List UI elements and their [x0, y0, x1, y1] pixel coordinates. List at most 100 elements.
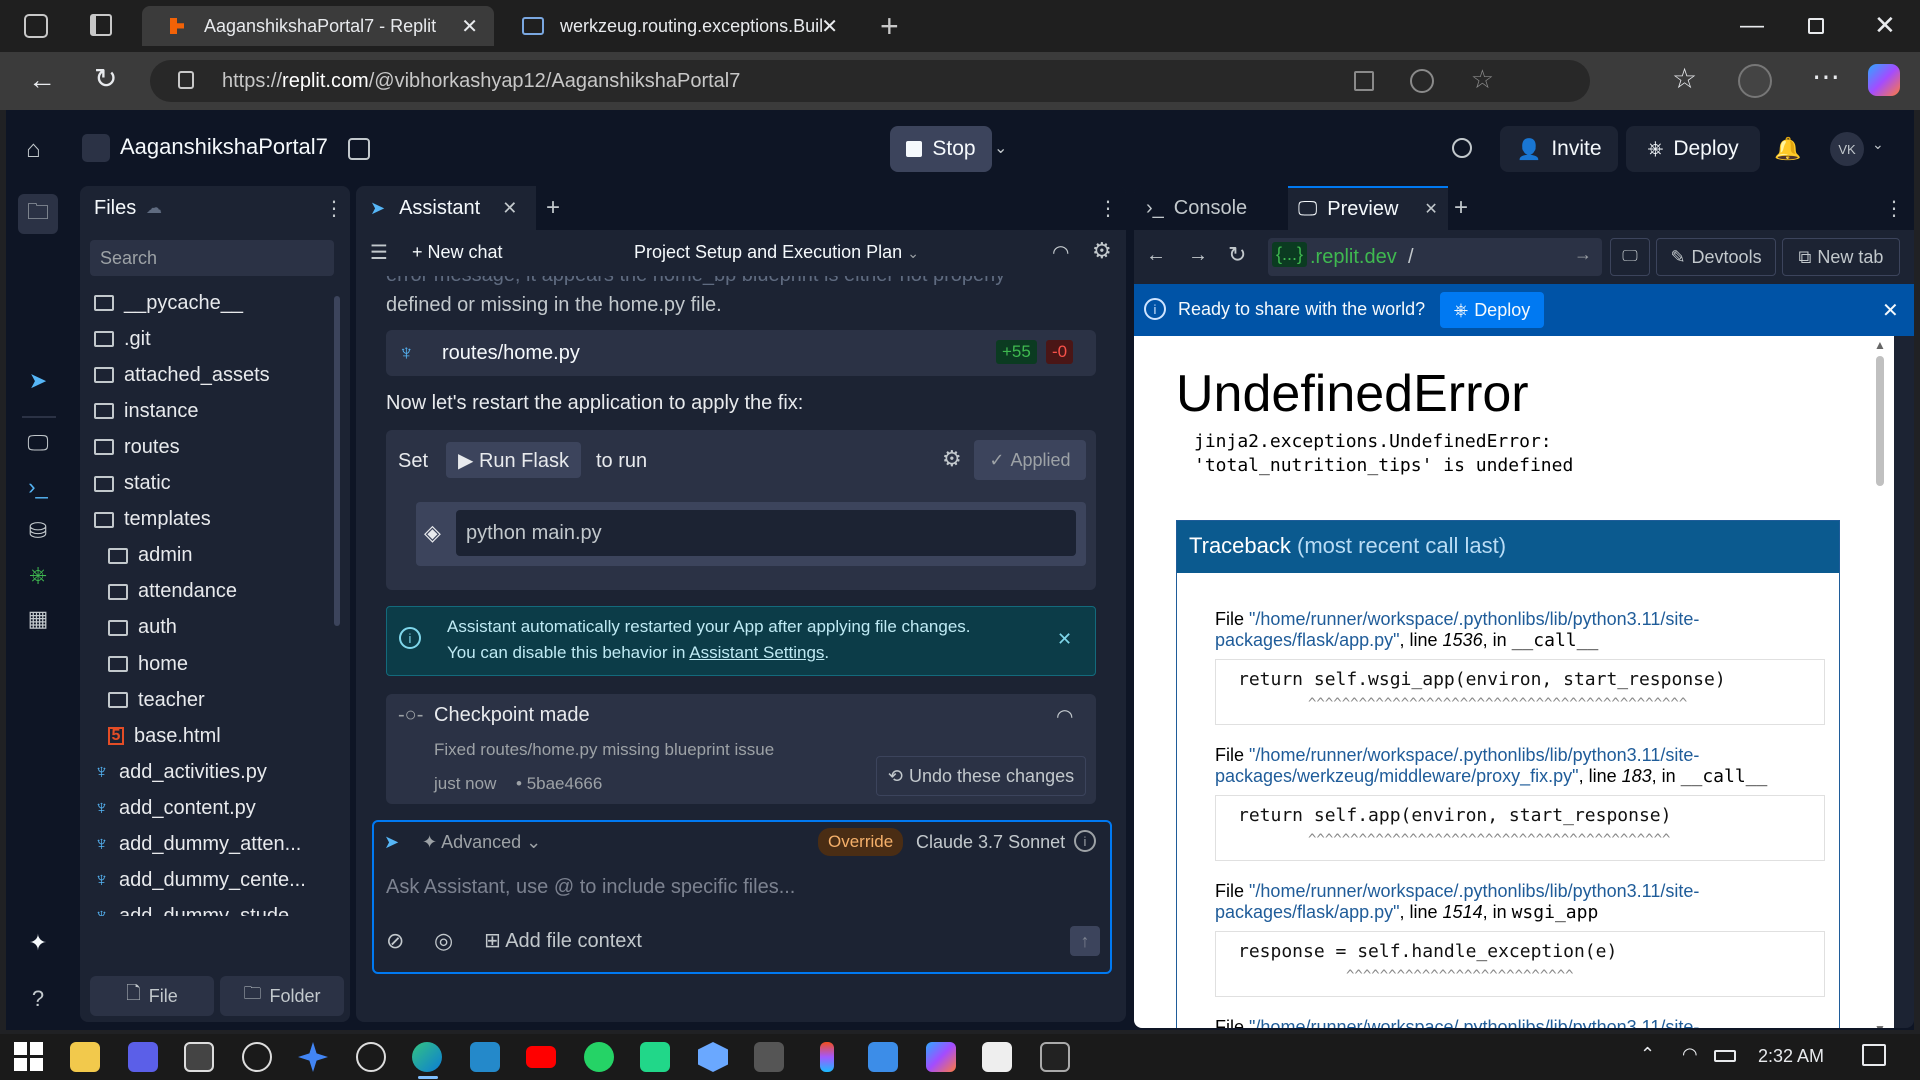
file-tree-item[interactable]: attendance — [108, 575, 237, 609]
file-tree-item[interactable]: attached_assets — [94, 358, 270, 392]
project-name[interactable]: AaganshikshaPortal7 — [120, 134, 328, 160]
battery-icon[interactable] — [1714, 1050, 1736, 1062]
chat-title-dropdown[interactable]: Project Setup and Execution Plan ⌄ — [634, 242, 919, 263]
file-tree-item[interactable]: ♆ add_dummy_stude... — [94, 900, 306, 916]
close-banner-icon[interactable]: ✕ — [1882, 298, 1899, 323]
browser-tab-replit[interactable]: AaganshikshaPortal7 - Replit ✕ — [142, 6, 494, 46]
windows-start-icon[interactable] — [14, 1042, 44, 1072]
file-tree-item[interactable]: ♆ add_content.py — [94, 791, 256, 825]
scroll-down-icon[interactable]: ▼ — [1874, 1022, 1886, 1028]
avatar-chevron-icon[interactable]: ⌄ — [1872, 136, 1884, 153]
chat-history-icon[interactable]: ☰ — [370, 240, 388, 265]
file-tree-item[interactable]: ♆ add_activities.py — [94, 755, 267, 789]
workspaces-icon[interactable] — [24, 14, 48, 38]
app-icon[interactable] — [356, 1042, 386, 1072]
figma-icon[interactable] — [820, 1042, 834, 1072]
invite-button[interactable]: 👤 Invite — [1500, 126, 1618, 172]
new-tab-icon[interactable]: + — [880, 8, 899, 45]
file-tree-item[interactable]: home — [108, 647, 188, 681]
close-tab-icon[interactable]: ✕ — [502, 198, 517, 219]
back-icon[interactable]: ← — [1146, 244, 1166, 267]
address-bar[interactable]: https://replit.com/@vibhorkashyap12/Aaga… — [150, 60, 1590, 102]
file-tree-item[interactable]: routes — [94, 430, 180, 464]
deploy-button[interactable]: ⎈ Deploy — [1626, 126, 1760, 172]
go-arrow-icon[interactable]: → — [1574, 244, 1592, 265]
vscode-icon[interactable] — [470, 1042, 500, 1072]
device-toggle-icon[interactable]: 🖵 — [1610, 238, 1650, 276]
close-tab-icon[interactable]: ✕ — [1424, 199, 1437, 219]
file-tree-item[interactable]: static — [94, 467, 171, 501]
override-badge[interactable]: Override — [818, 828, 904, 856]
whatsapp-icon[interactable] — [584, 1042, 614, 1072]
help-icon[interactable]: ? — [23, 984, 53, 1014]
files-menu-icon[interactable]: ⋮ — [324, 196, 344, 221]
file-tree-item[interactable]: .git — [94, 322, 151, 356]
assistant-tool-icon[interactable]: ➤ — [23, 366, 53, 396]
command-field[interactable]: python main.py — [456, 510, 1076, 556]
preview-url-bar[interactable]: {...} .replit.dev / → — [1268, 238, 1602, 276]
assistant-prompt-input[interactable]: Ask Assistant, use @ to include specific… — [386, 876, 1096, 899]
terminal-icon[interactable] — [1040, 1042, 1070, 1072]
file-tree-item[interactable]: __pycache__ — [94, 286, 243, 320]
attach-paperclip-icon[interactable]: ⊘ — [386, 928, 404, 954]
project-info-icon[interactable] — [348, 138, 370, 160]
close-notice-icon[interactable]: ✕ — [1057, 629, 1072, 650]
preview-tool-icon[interactable]: 🖵 — [23, 428, 53, 458]
pycharm-icon[interactable] — [640, 1042, 670, 1072]
pane-menu-icon[interactable]: ⋮ — [1098, 196, 1118, 221]
user-avatar[interactable]: VK — [1830, 132, 1864, 166]
copilot-icon[interactable] — [1868, 64, 1900, 96]
file-tree-item[interactable]: ♆ add_dummy_atten... — [94, 828, 301, 862]
youtube-icon[interactable] — [526, 1046, 556, 1068]
files-tool-icon[interactable]: 🗀 — [18, 194, 58, 234]
workflow-settings-icon[interactable]: ⚙ — [942, 446, 962, 472]
scroll-up-icon[interactable]: ▲ — [1874, 338, 1886, 352]
file-explorer-icon[interactable] — [70, 1042, 100, 1072]
database-tool-icon[interactable]: ⛁ — [23, 516, 53, 546]
file-tree-item[interactable]: ♆ add_dummy_cente... — [94, 864, 306, 898]
search-icon[interactable] — [1452, 138, 1472, 158]
forward-icon[interactable]: → — [1188, 244, 1208, 267]
pane-menu-icon[interactable]: ⋮ — [1884, 196, 1904, 221]
model-info-icon[interactable]: i — [1074, 830, 1096, 852]
deployments-tool-icon[interactable]: ⎈ — [23, 560, 53, 590]
back-icon[interactable]: ← — [28, 64, 56, 96]
close-tab-icon[interactable]: ✕ — [821, 14, 838, 39]
assistant-tab[interactable]: ➤ Assistant ✕ — [356, 186, 536, 230]
close-tab-icon[interactable]: ✕ — [461, 14, 478, 39]
new-chat-button[interactable]: + New chat — [412, 242, 503, 263]
minimize-icon[interactable]: — — [1740, 12, 1764, 40]
tray-chevron-icon[interactable]: ⌃ — [1640, 1044, 1655, 1065]
app-icon[interactable] — [128, 1042, 158, 1072]
checkpoint-gauge-icon[interactable]: ◠ — [1056, 704, 1073, 729]
refresh-icon[interactable]: ↻ — [94, 62, 117, 95]
file-tree-item[interactable]: admin — [108, 539, 192, 573]
stop-button[interactable]: Stop — [890, 126, 992, 172]
settings-gear-icon[interactable]: ⚙ — [1092, 238, 1112, 264]
app-available-icon[interactable] — [1354, 71, 1374, 91]
banner-deploy-button[interactable]: ⎈ Deploy — [1440, 292, 1544, 328]
wifi-icon[interactable]: ◠ — [1682, 1044, 1698, 1065]
frame-code-block[interactable]: response = self.handle_exception(e) ^^^^^… — [1215, 931, 1825, 997]
files-scrollbar[interactable] — [334, 296, 340, 626]
console-tab[interactable]: ›_ Console — [1134, 186, 1284, 230]
applied-button[interactable]: ✓ Applied — [974, 440, 1086, 480]
frame-code-block[interactable]: return self.app(environ, start_response)… — [1215, 795, 1825, 861]
restore-icon[interactable] — [1808, 18, 1824, 34]
all-tools-icon[interactable]: ▦ — [23, 604, 53, 634]
advanced-dropdown[interactable]: ✦ Advanced ⌄ — [422, 832, 541, 853]
vertical-tabs-icon[interactable] — [90, 14, 112, 36]
assistant-settings-link[interactable]: Assistant Settings — [689, 643, 824, 662]
checkpoint-gauge-icon[interactable]: ◠ — [1052, 240, 1069, 265]
model-label[interactable]: Claude 3.7 Sonnet — [916, 832, 1065, 853]
preview-scrollbar[interactable] — [1876, 356, 1884, 486]
frame-code-block[interactable]: return self.wsgi_app(environ, start_resp… — [1215, 659, 1825, 725]
screenshot-target-icon[interactable]: ◎ — [434, 928, 453, 954]
favorite-star-icon[interactable]: ☆ — [1471, 64, 1494, 95]
new-folder-button[interactable]: 🗀 Folder — [220, 976, 344, 1016]
undo-changes-button[interactable]: ⟲ Undo these changes — [876, 756, 1086, 796]
file-tree-item[interactable]: instance — [94, 394, 199, 428]
copilot-icon[interactable] — [926, 1042, 956, 1072]
app-icon[interactable] — [754, 1042, 784, 1072]
add-file-context-button[interactable]: ⊞ Add file context — [484, 928, 642, 953]
